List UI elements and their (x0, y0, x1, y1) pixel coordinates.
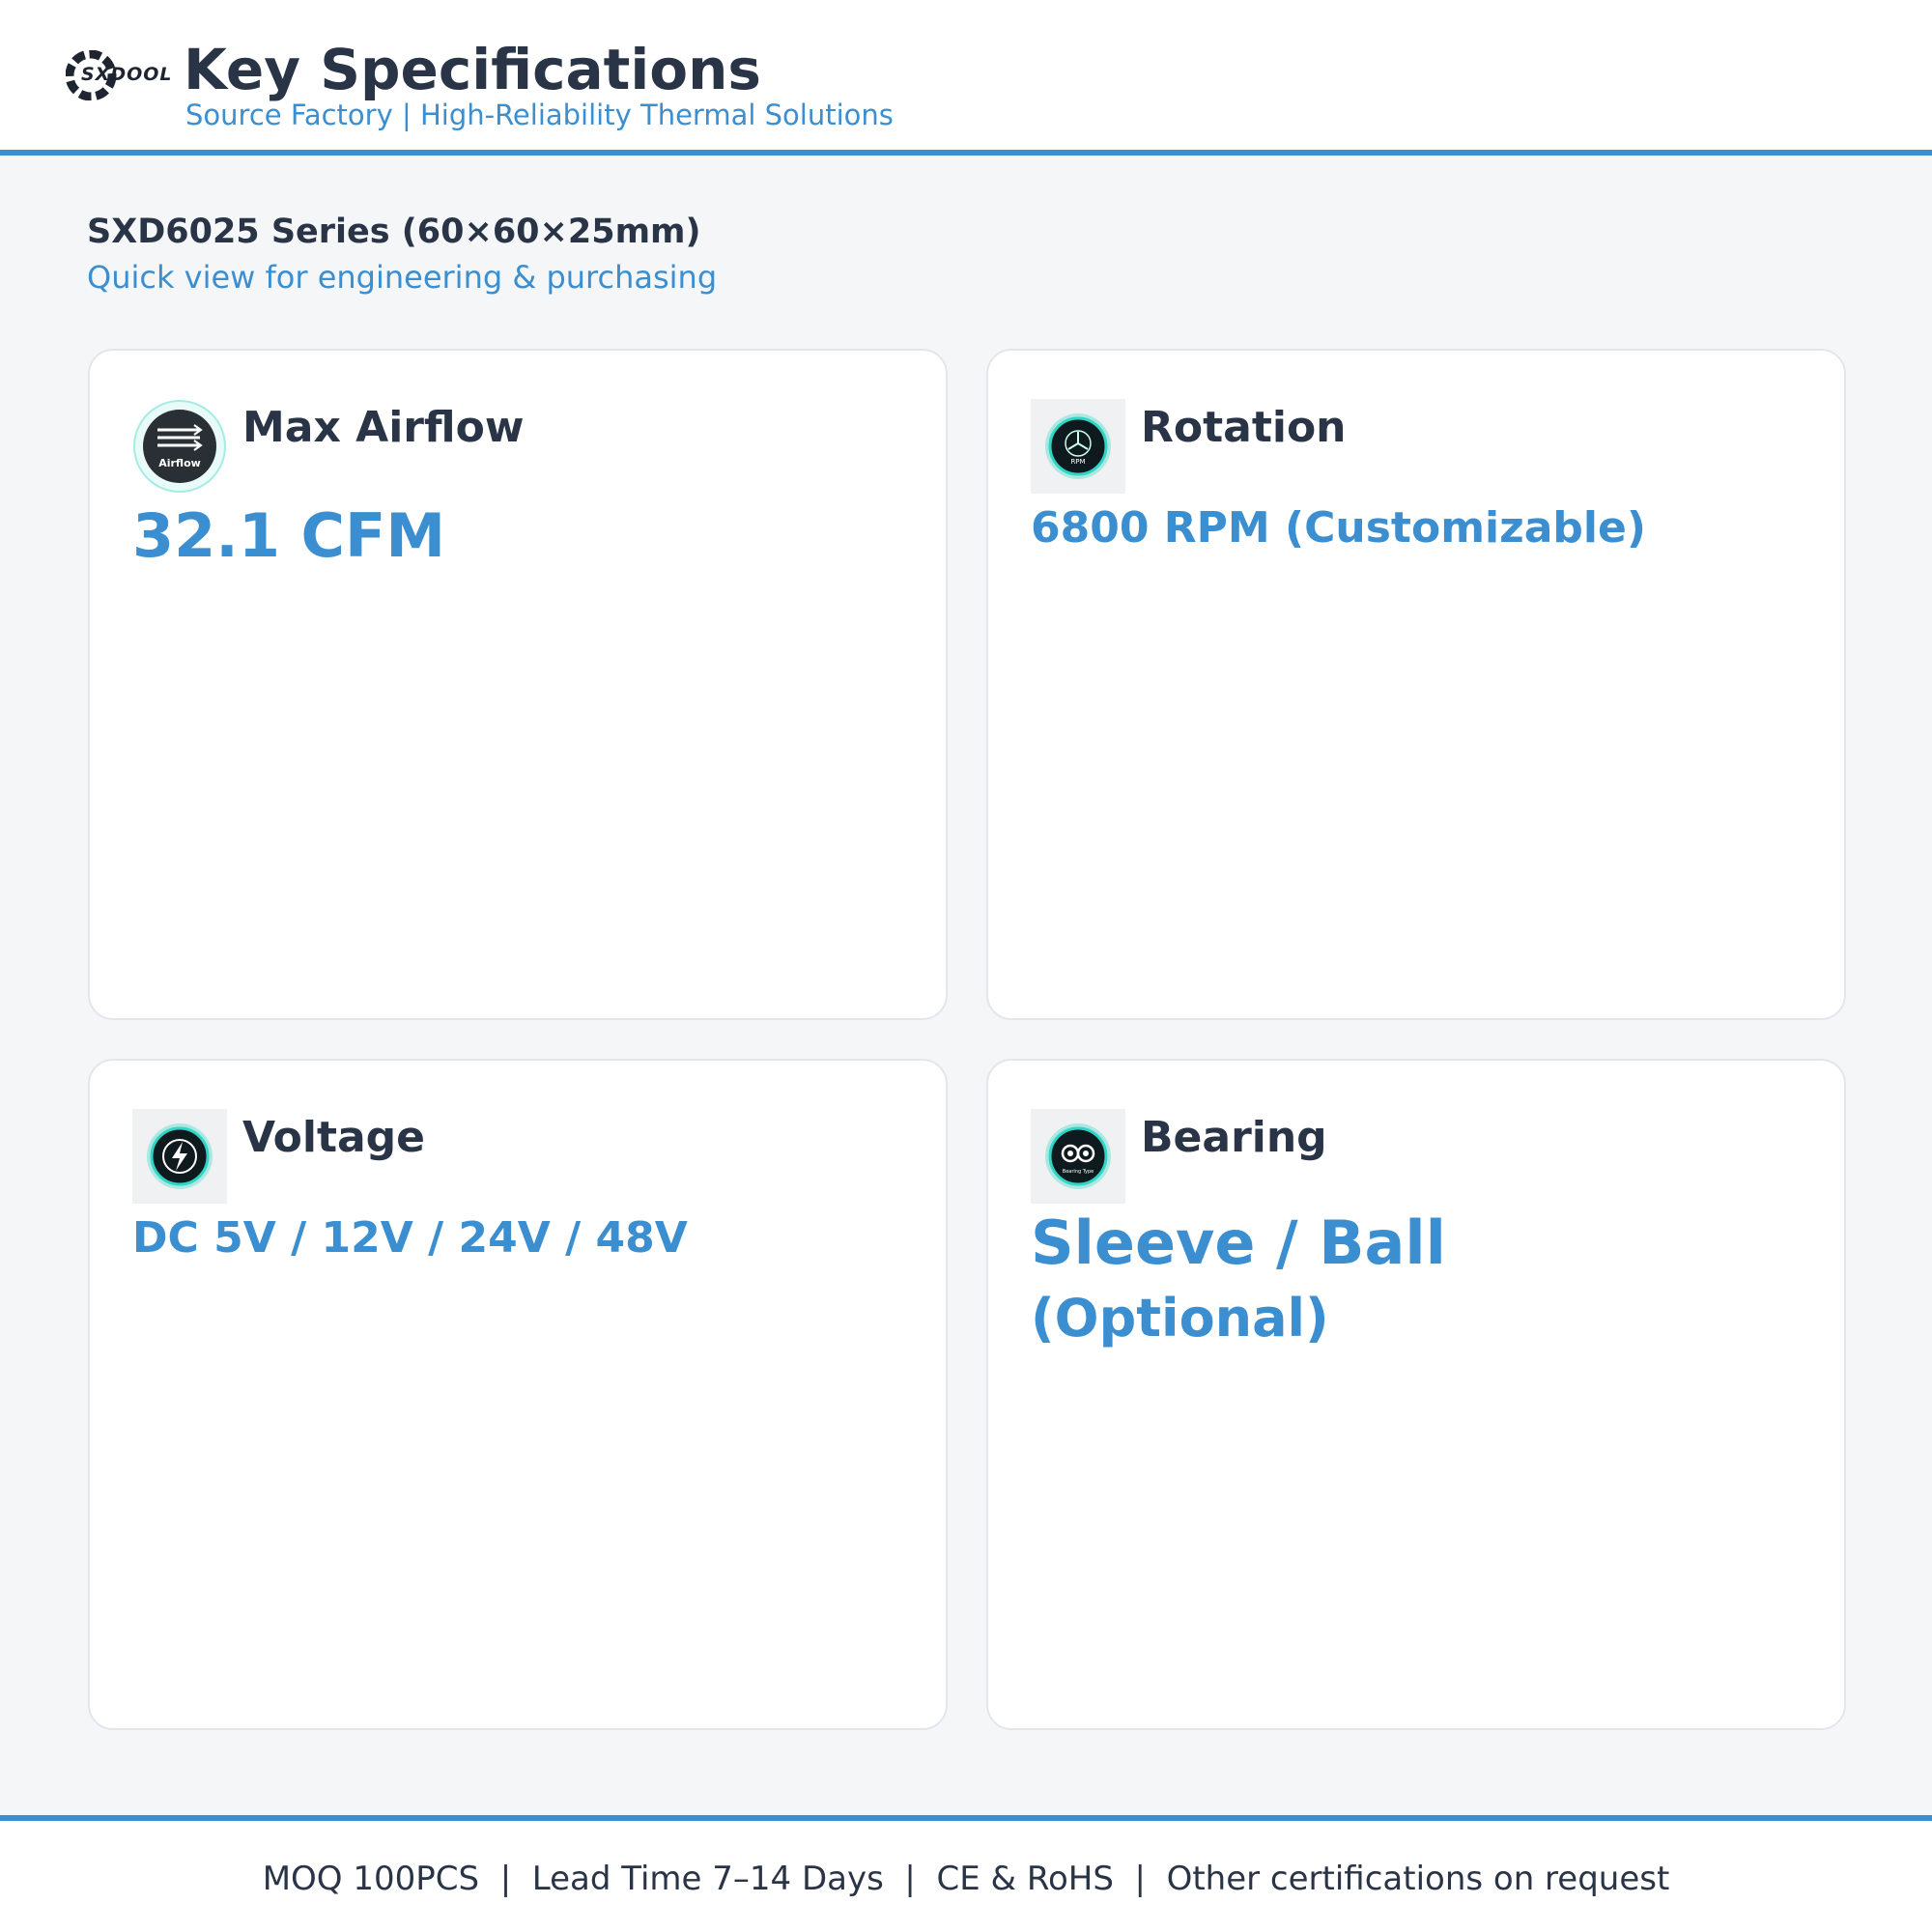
spec-value-line2: (Optional) (1031, 1288, 1329, 1349)
footer-info: MOQ 100PCS | Lead Time 7–14 Days | CE & … (262, 1860, 1670, 1898)
page-title: Key Specifications (184, 37, 761, 102)
spec-card-rotation: RPM Rotation 6800 RPM (Customizable) (986, 349, 1846, 1020)
fan-rpm-icon: RPM (1031, 399, 1125, 494)
rpm-icon-text: RPM (1070, 458, 1085, 466)
page-footer: MOQ 100PCS | Lead Time 7–14 Days | CE & … (0, 1815, 1932, 1932)
series-subtitle: Quick view for engineering & purchasing (87, 259, 718, 296)
lightning-icon (132, 1109, 227, 1204)
bearing-icon-text: Bearing Type (1063, 1169, 1094, 1175)
spec-value: 32.1 CFM (132, 500, 446, 571)
page-header: SXDOOL Key Specifications Source Factory… (0, 0, 1932, 156)
airflow-icon: Airflow (133, 400, 226, 493)
airflow-icon-text: Airflow (158, 457, 201, 469)
spec-value: DC 5V / 12V / 24V / 48V (132, 1213, 688, 1263)
spec-label: Bearing (1141, 1113, 1327, 1162)
spec-label: Max Airflow (242, 403, 525, 452)
spec-value-line1: Sleeve / Ball (1031, 1208, 1446, 1278)
spec-card-voltage: Voltage DC 5V / 12V / 24V / 48V (88, 1059, 948, 1730)
series-title: SXD6025 Series (60×60×25mm) (87, 213, 701, 251)
spec-value: Sleeve / Ball (Optional) (1031, 1206, 1804, 1356)
spec-card-bearing: Bearing Type Bearing Sleeve / Ball (Opti… (986, 1059, 1846, 1730)
logo-wordmark: SXDOOL (81, 64, 173, 85)
spec-value: 6800 RPM (Customizable) (1031, 503, 1646, 553)
spec-label: Voltage (242, 1113, 426, 1162)
page-tagline: Source Factory | High-Reliability Therma… (185, 99, 894, 131)
spec-label: Rotation (1141, 403, 1347, 452)
spec-card-airflow: Airflow Max Airflow 32.1 CFM (88, 349, 948, 1020)
bearing-icon: Bearing Type (1031, 1109, 1125, 1204)
